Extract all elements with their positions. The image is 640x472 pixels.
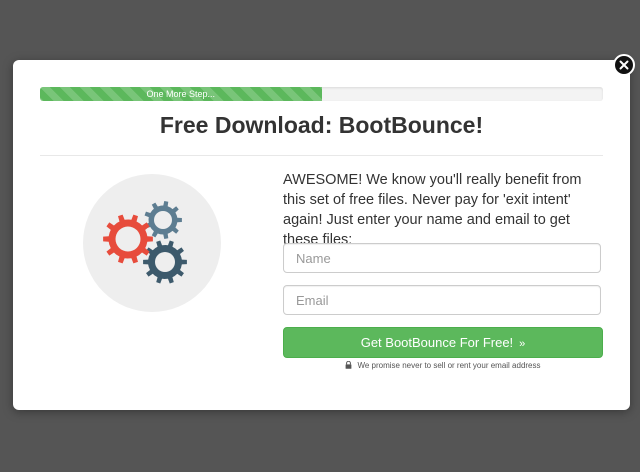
email-field[interactable]: [283, 285, 601, 315]
privacy-note: We promise never to sell or rent your em…: [283, 360, 603, 370]
pitch-text: AWESOME! We know you'll really benefit f…: [283, 172, 582, 248]
submit-label: Get BootBounce For Free!: [360, 335, 514, 350]
modal-title: Free Download: BootBounce!: [159, 112, 484, 138]
close-icon: [619, 60, 629, 70]
progress-fill: One More Step...: [40, 87, 322, 101]
divider: [40, 155, 603, 156]
privacy-text: We promise never to sell or rent your em…: [357, 361, 541, 370]
gears-icon: [83, 174, 221, 312]
double-chevron-right-icon: »: [519, 338, 526, 350]
lock-icon: [346, 360, 352, 369]
close-button[interactable]: [613, 54, 635, 76]
download-modal: One More Step... Free Download: BootBoun…: [13, 60, 630, 410]
get-bootbounce-button[interactable]: Get BootBounce For Free! »: [283, 327, 603, 358]
gears-illustration: [83, 174, 221, 312]
name-field[interactable]: [283, 243, 601, 273]
progress-bar: One More Step...: [40, 87, 603, 101]
